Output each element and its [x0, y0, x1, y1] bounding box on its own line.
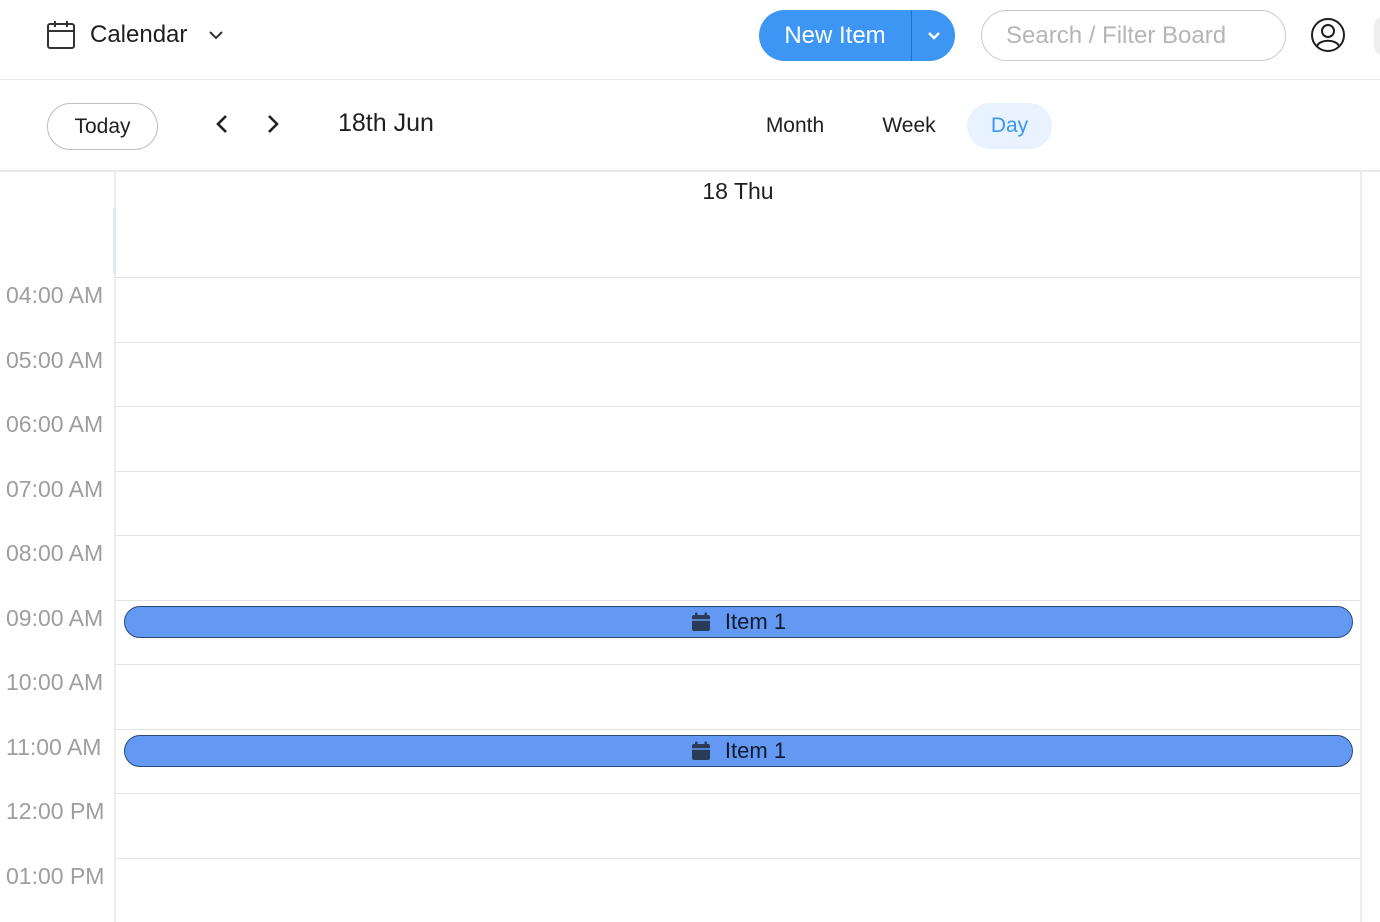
chevron-down-icon — [927, 31, 940, 40]
event-label: Item 1 — [724, 737, 787, 763]
event-label: Item 1 — [724, 608, 787, 634]
hour-label: 11:00 AM — [6, 733, 102, 760]
calendar-icon — [47, 21, 75, 49]
chevron-down-icon — [209, 31, 224, 40]
today-button[interactable]: Today — [47, 103, 158, 150]
top-bar: Calendar New Item — [0, 0, 1380, 80]
calendar-event[interactable]: Item 1 — [124, 605, 1353, 638]
hour-row[interactable]: 05:00 AM — [0, 343, 1360, 407]
hour-label: 10:00 AM — [6, 669, 104, 695]
board-view-title: Calendar — [90, 21, 188, 48]
hour-row[interactable]: 07:00 AM — [0, 472, 1360, 536]
hour-row[interactable]: 10:00 AM — [0, 665, 1360, 730]
hour-row[interactable]: 06:00 AM — [0, 407, 1360, 472]
day-column-right-border — [1360, 172, 1362, 922]
new-item-dropdown-button[interactable] — [912, 10, 955, 61]
calendar-event[interactable]: Item 1 — [124, 734, 1353, 767]
new-item-button-group: New Item — [759, 10, 955, 61]
hour-label: 04:00 AM — [6, 282, 104, 308]
hour-label: 09:00 AM — [6, 604, 104, 631]
day-view-grid: 18 Thu 04:00 AM 05:00 AM 06:00 AM 07:00 AM 0… — [0, 172, 1380, 922]
current-date-label: 18th Jun — [338, 109, 434, 137]
hour-label: 12:00 PM — [6, 798, 105, 824]
side-panel-handle[interactable] — [1374, 16, 1380, 56]
hour-label: 07:00 AM — [6, 475, 104, 502]
user-avatar-icon[interactable] — [1310, 17, 1346, 53]
calendar-toolbar: Today 18th Jun Month Week Day — [0, 80, 1380, 172]
view-mode-month[interactable]: Month — [745, 103, 845, 149]
hour-label: 05:00 AM — [6, 346, 104, 373]
search-filter-input[interactable] — [981, 10, 1286, 61]
hour-label: 08:00 AM — [6, 540, 104, 566]
hour-label: 01:00 PM — [6, 862, 105, 889]
day-column-header: 18 Thu — [116, 172, 1360, 278]
calendar-icon — [691, 612, 710, 631]
board-view-picker[interactable]: Calendar — [46, 17, 225, 53]
chevron-right-icon[interactable] — [261, 112, 285, 136]
hour-label: 06:00 AM — [6, 411, 104, 437]
new-item-button[interactable]: New Item — [759, 10, 911, 61]
hour-row[interactable]: 08:00 AM — [0, 536, 1360, 601]
hour-row[interactable]: 12:00 PM — [0, 794, 1360, 859]
view-mode-week[interactable]: Week — [862, 103, 956, 149]
day-label: 18 Thu — [702, 178, 774, 204]
hour-row[interactable]: 04:00 AM — [0, 278, 1360, 343]
hour-row[interactable]: 01:00 PM — [0, 859, 1360, 922]
calendar-icon — [691, 741, 710, 760]
chevron-left-icon[interactable] — [210, 112, 234, 136]
view-mode-day[interactable]: Day — [967, 103, 1052, 149]
